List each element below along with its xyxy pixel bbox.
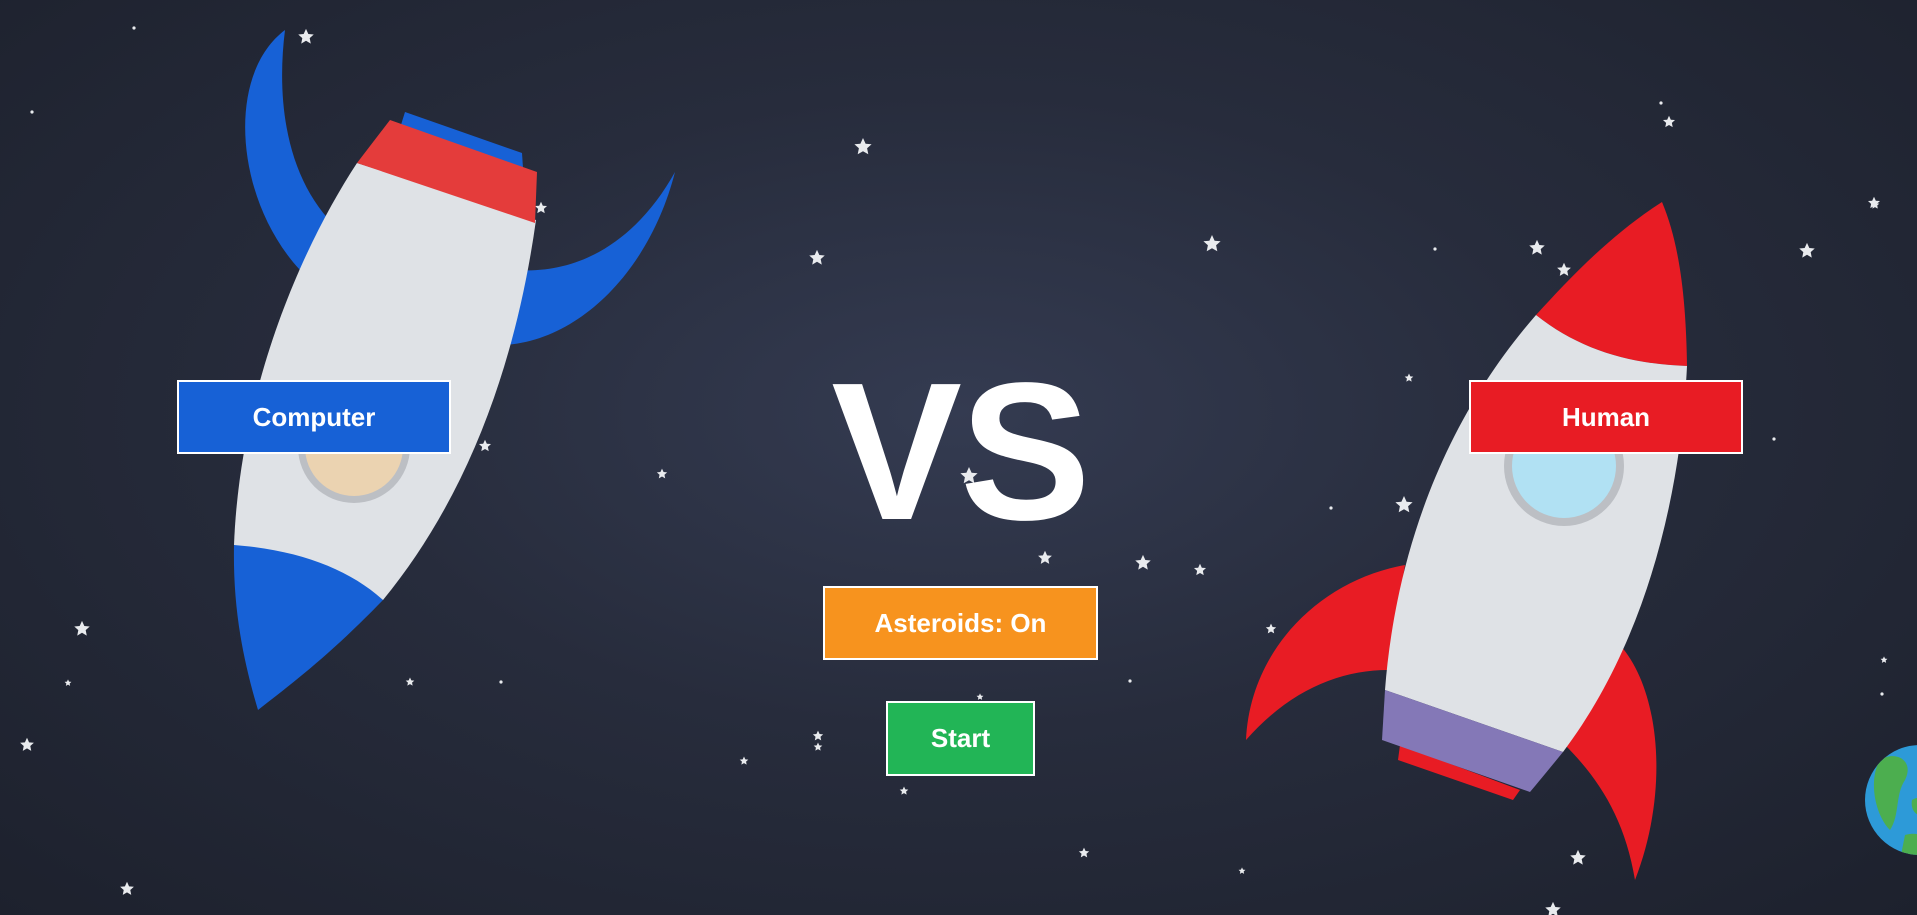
star-dot [132, 26, 136, 30]
star-icon [1078, 847, 1090, 858]
star-icon [813, 742, 823, 751]
star-icon [1880, 656, 1888, 663]
star-icon [1404, 373, 1414, 382]
red-rocket-icon [1246, 202, 1687, 880]
star-dot [1880, 692, 1884, 696]
star-icon [899, 786, 909, 795]
star-dot [1433, 247, 1437, 251]
star-icon [976, 693, 984, 700]
star-dot [1772, 437, 1776, 441]
star-icon [809, 249, 825, 265]
asteroids-toggle-button[interactable]: Asteroids: On [823, 586, 1098, 660]
star-icon [74, 620, 90, 636]
star-dot [1659, 101, 1663, 105]
human-player-button[interactable]: Human [1469, 380, 1743, 454]
vs-title: VS [831, 342, 1090, 561]
star-icon [1557, 262, 1571, 276]
star-icon [534, 201, 548, 214]
start-button[interactable]: Start [886, 701, 1035, 776]
star-icon [1135, 554, 1151, 570]
star-icon [120, 881, 134, 895]
star-icon [656, 468, 668, 479]
star-icon [812, 730, 824, 741]
star-icon [1238, 867, 1246, 874]
star-icon [1529, 239, 1545, 255]
star-icon [854, 138, 872, 155]
star-icon [405, 677, 415, 686]
star-icon [739, 756, 749, 765]
star-icon [64, 679, 72, 686]
star-icon [1395, 496, 1413, 513]
star-icon [20, 737, 34, 751]
star-dot [1208, 243, 1212, 247]
star-icon [1545, 901, 1561, 915]
star-icon [298, 28, 314, 44]
star-icon [1662, 115, 1676, 128]
star-icon [1193, 563, 1207, 576]
earth-icon [1865, 745, 1917, 855]
blue-rocket-icon [233, 30, 675, 710]
computer-player-button[interactable]: Computer [177, 380, 451, 454]
star-dot [499, 680, 503, 684]
star-icon [1203, 235, 1221, 252]
star-dot [1329, 506, 1333, 510]
star-icon [1570, 849, 1586, 865]
star-icon [478, 439, 492, 452]
star-dot [1128, 679, 1132, 683]
star-dot [30, 110, 34, 114]
star-icon [1799, 242, 1815, 258]
star-icon [1265, 623, 1277, 634]
